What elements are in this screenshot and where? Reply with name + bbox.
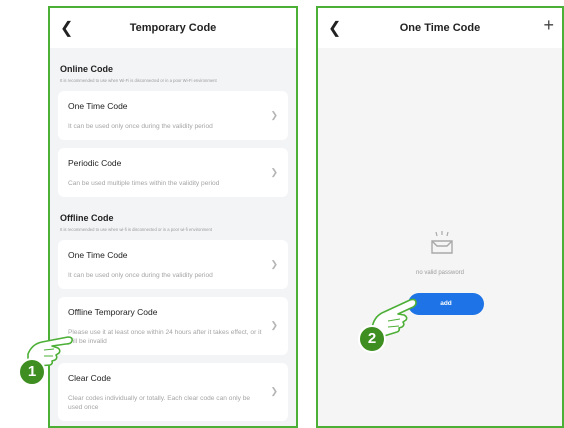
item-description: Clear codes individually or totally. Eac… <box>68 395 251 411</box>
page-title: Temporary Code <box>129 22 217 34</box>
online-one-time-code-item[interactable]: One Time Code It can be used only once d… <box>58 91 288 140</box>
nav-bar: ❮ Temporary Code <box>50 8 296 48</box>
item-description: Can be used multiple times within the va… <box>68 180 220 187</box>
offline-code-note: It is recommended to use when wi-fi is d… <box>60 227 212 232</box>
chevron-right-icon: ❯ <box>270 386 278 396</box>
chevron-right-icon: ❯ <box>270 320 278 330</box>
offline-code-heading: Offline Code <box>60 213 114 223</box>
online-code-note: It is recommended to use when Wi-Fi is d… <box>60 78 217 83</box>
offline-temporary-code-item[interactable]: Offline Temporary Code Please use it at … <box>58 297 288 355</box>
item-label: One Time Code <box>68 250 128 260</box>
empty-inbox-icon <box>431 231 453 254</box>
periodic-code-item[interactable]: Periodic Code Can be used multiple times… <box>58 148 288 197</box>
item-description: It can be used only once during the vali… <box>68 272 213 279</box>
item-label: Periodic Code <box>68 158 122 168</box>
plus-icon[interactable]: + <box>543 15 554 36</box>
step-1-badge: 1 <box>18 358 46 386</box>
item-description: It can be used only once during the vali… <box>68 123 213 130</box>
temporary-code-screen: ❮ Temporary Code Online Code It is recom… <box>48 6 298 428</box>
step-2-badge: 2 <box>358 325 386 353</box>
item-label: One Time Code <box>68 101 128 111</box>
one-time-code-screen: ❮ One Time Code + no valid password add <box>316 6 564 428</box>
item-label: Clear Code <box>68 373 111 383</box>
item-label: Offline Temporary Code <box>68 307 158 317</box>
offline-one-time-code-item[interactable]: One Time Code It can be used only once d… <box>58 240 288 289</box>
chevron-right-icon: ❯ <box>270 258 278 269</box>
chevron-right-icon: ❯ <box>270 109 278 120</box>
online-code-heading: Online Code <box>60 64 114 74</box>
clear-code-item[interactable]: Clear Code Clear codes individually or t… <box>58 363 288 421</box>
item-description: Please use it at least once within 24 ho… <box>68 329 262 345</box>
page-title: One Time Code <box>399 22 481 34</box>
nav-bar: ❮ One Time Code + <box>318 8 562 48</box>
chevron-right-icon: ❯ <box>270 166 278 177</box>
empty-state-text: no valid password <box>415 270 465 276</box>
